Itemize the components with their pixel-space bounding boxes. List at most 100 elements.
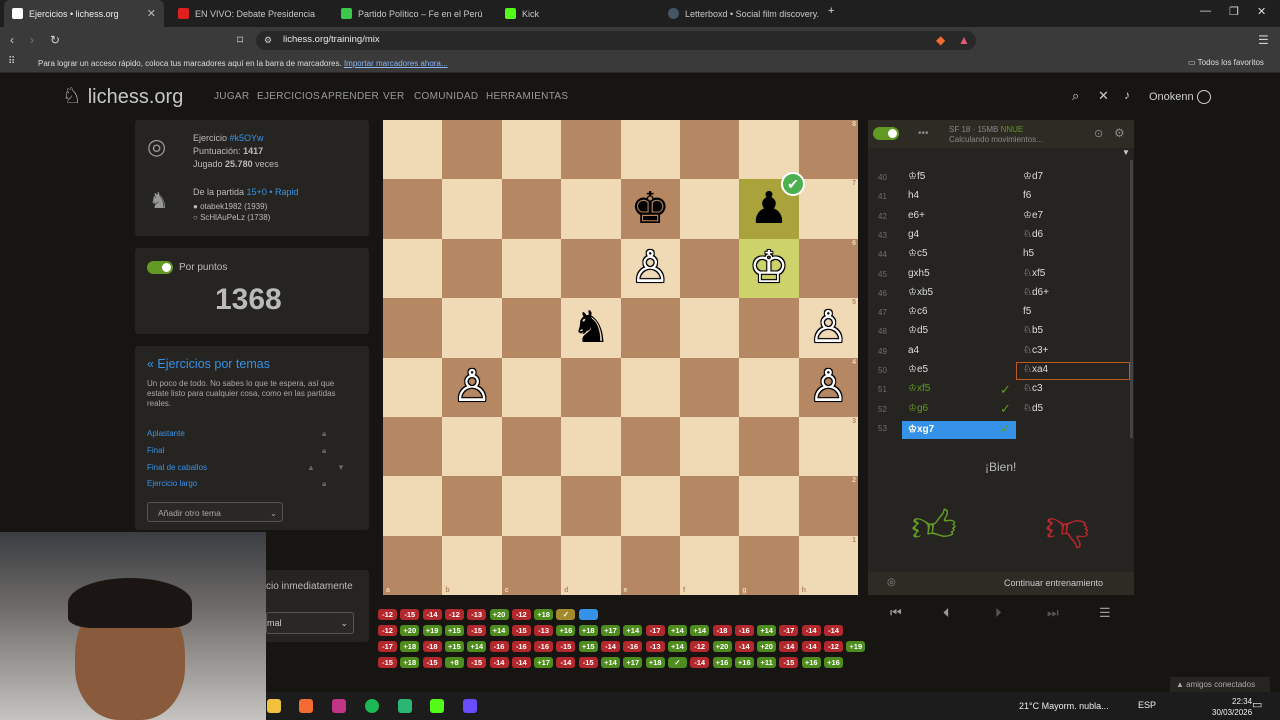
puzzle-result-chip[interactable]: +18 <box>400 641 420 652</box>
puzzle-result-chip[interactable]: -16 <box>534 641 554 652</box>
next-move-icon[interactable]: ⏵ <box>995 605 1002 621</box>
puzzle-result-chip[interactable]: +16 <box>712 657 732 668</box>
bell-icon[interactable]: ♪ <box>1124 88 1130 102</box>
square-b4[interactable]: ♙ <box>442 357 502 417</box>
square-d5[interactable]: ♞ <box>561 298 621 358</box>
player-black[interactable]: ○ ScHlAuPeLz (1738) <box>193 213 270 222</box>
puzzle-result-chip[interactable]: +14 <box>489 625 509 636</box>
square-a3[interactable] <box>383 416 443 477</box>
square-b6[interactable] <box>442 238 502 299</box>
puzzle-result-chip[interactable]: -14 <box>556 657 576 668</box>
nav-ejercicios[interactable]: EJERCICIOS <box>257 91 320 102</box>
puzzle-result-chip[interactable]: +17 <box>623 657 643 668</box>
square-c7[interactable] <box>501 179 562 239</box>
square-e8[interactable] <box>620 120 680 180</box>
square-e3[interactable] <box>620 416 680 477</box>
square-e7[interactable]: ♚ <box>620 179 680 239</box>
kick-icon[interactable] <box>430 699 444 713</box>
puzzle-result-chip[interactable]: -15 <box>467 625 487 636</box>
puzzle-result-chip[interactable]: -14 <box>801 625 821 636</box>
player-white[interactable]: ● otabek1982 (1939) <box>193 202 267 211</box>
brave-icon[interactable] <box>299 699 313 713</box>
theme-ejercicio-largo[interactable]: Ejercicio largo <box>147 479 197 488</box>
square-a6[interactable] <box>383 238 443 299</box>
puzzle-result-chip[interactable]: +16 <box>556 625 576 636</box>
new-tab-icon[interactable]: + <box>828 5 834 17</box>
back-icon[interactable]: ‹ <box>10 33 14 47</box>
square-b7[interactable] <box>442 179 502 239</box>
puzzle-result-chip[interactable]: +16 <box>824 657 843 668</box>
puzzle-result-chip[interactable]: +16 <box>801 657 821 668</box>
puzzle-result-chip[interactable]: -12 <box>444 609 464 620</box>
puzzle-result-chip[interactable]: -12 <box>511 609 531 620</box>
move-black[interactable]: ♔d7 <box>1023 171 1043 182</box>
square-c3[interactable] <box>501 416 562 477</box>
puzzle-result-chip[interactable]: +14 <box>667 641 687 652</box>
black-king-e7[interactable]: ♚ <box>621 179 680 238</box>
puzzle-result-chip[interactable]: +11 <box>757 657 777 668</box>
move-white[interactable]: ♔c5 <box>908 248 928 259</box>
square-e4[interactable] <box>620 357 680 417</box>
puzzle-result-chip[interactable]: -14 <box>601 641 620 652</box>
square-c1[interactable]: c <box>501 535 562 595</box>
puzzle-result-chip[interactable]: -16 <box>623 641 643 652</box>
restore-icon[interactable]: ❐ <box>1229 5 1239 18</box>
puzzle-result-chip[interactable]: -14 <box>489 657 509 668</box>
language-indicator[interactable]: ESP <box>1138 700 1156 710</box>
white-king-g6[interactable]: ♔ <box>739 239 798 298</box>
app-icon[interactable] <box>398 699 412 713</box>
puzzle-result-chip[interactable]: +14 <box>757 625 777 636</box>
instagram-icon[interactable] <box>332 699 346 713</box>
puzzle-result-chip[interactable]: -14 <box>824 625 843 636</box>
square-f2[interactable] <box>679 476 740 536</box>
white-pawn-e6[interactable]: ♙ <box>621 239 680 298</box>
move-white[interactable]: ♔xg7 <box>908 424 934 435</box>
square-g1[interactable]: g <box>739 535 799 595</box>
square-g8[interactable] <box>739 120 799 180</box>
themes-title-link[interactable]: « Ejercicios por temas <box>147 357 270 371</box>
square-e5[interactable] <box>620 298 680 358</box>
prev-move-icon[interactable]: ⏴ <box>943 605 950 621</box>
square-h1[interactable]: 1h <box>798 535 858 595</box>
clock[interactable]: 22:34 30/03/2026 <box>1212 696 1252 718</box>
square-e1[interactable]: e <box>620 535 680 595</box>
square-d1[interactable]: d <box>561 535 621 595</box>
square-h6[interactable]: 6 <box>798 238 858 299</box>
swords-icon[interactable]: ✕ <box>1098 88 1109 104</box>
square-c8[interactable] <box>501 120 562 180</box>
move-white[interactable]: ♔xf5 <box>908 383 930 394</box>
puzzle-result-chip[interactable]: -12 <box>378 609 397 620</box>
puzzle-result-chip[interactable]: +14 <box>623 625 643 636</box>
move-black[interactable]: f6 <box>1023 190 1031 201</box>
puzzle-result-chip[interactable]: -18 <box>712 625 732 636</box>
move-black[interactable]: h5 <box>1023 248 1034 259</box>
puzzle-id-link[interactable]: #k5OYw <box>230 133 264 143</box>
puzzle-result-chip[interactable]: +17 <box>534 657 554 668</box>
move-black[interactable]: ♘b5 <box>1023 325 1043 336</box>
puzzle-result-chip[interactable]: +18 <box>534 609 554 620</box>
tab-lichess[interactable]: Ejercicios • lichess.org ✕ <box>4 0 164 27</box>
square-d4[interactable] <box>561 357 621 417</box>
thumbs-down-icon[interactable]: ▼ <box>337 463 345 472</box>
puzzle-result-chip[interactable]: +19 <box>422 625 442 636</box>
square-f7[interactable] <box>679 179 740 239</box>
puzzle-result-chip[interactable]: -15 <box>511 625 531 636</box>
square-f8[interactable] <box>679 120 740 180</box>
puzzle-result-chip[interactable]: +18 <box>578 625 598 636</box>
tab-letterboxd[interactable]: Letterboxd • Social film discovery. <box>660 0 820 27</box>
puzzle-result-chip[interactable]: +14 <box>690 625 710 636</box>
square-a5[interactable] <box>383 298 443 358</box>
brave-shield-icon[interactable]: ◆ <box>936 33 945 47</box>
apps-icon[interactable]: ⠿ <box>8 56 15 67</box>
nav-herramientas[interactable]: HERRAMIENTAS <box>486 91 568 102</box>
puzzle-result-chip[interactable]: +14 <box>601 657 620 668</box>
move-white[interactable]: ♔xb5 <box>908 287 933 298</box>
reload-icon[interactable]: ↻ <box>50 33 60 47</box>
square-f1[interactable]: f <box>679 535 740 595</box>
square-b5[interactable] <box>442 298 502 358</box>
move-black[interactable]: ♘d5 <box>1023 403 1043 414</box>
square-h8[interactable]: 8 <box>798 120 858 180</box>
last-move-icon[interactable]: ⏭ <box>1047 605 1059 621</box>
move-black[interactable]: ♘xa4 <box>1023 364 1048 375</box>
puzzle-result-chip[interactable]: -14 <box>422 609 442 620</box>
